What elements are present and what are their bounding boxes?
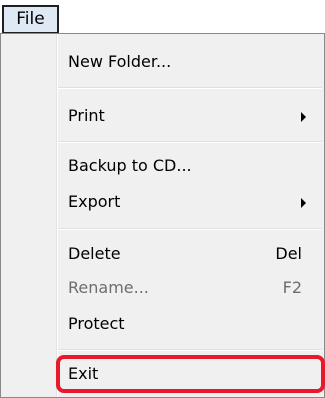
menu-item-label: Exit <box>68 364 99 383</box>
submenu-arrow-icon <box>301 198 306 208</box>
menu-item-shortcut: F2 <box>282 278 302 297</box>
menu-icon-gutter <box>1 34 56 397</box>
menu-item-print[interactable]: Print <box>58 98 322 134</box>
menu-item-export[interactable]: Export <box>58 184 322 220</box>
menu-item-label: Export <box>68 192 121 211</box>
menu-item-backup-to-cd[interactable]: Backup to CD... <box>58 148 322 184</box>
menu-item-new-folder[interactable]: New Folder... <box>58 44 322 80</box>
menu-item-label: Delete <box>68 244 121 263</box>
menu-item-delete[interactable]: Delete Del <box>58 236 322 272</box>
menu-separator <box>58 228 322 230</box>
menu-separator <box>58 349 322 351</box>
menu-item-label: Print <box>68 106 105 125</box>
menu-bar: File <box>0 0 325 36</box>
menu-item-rename: Rename... F2 <box>58 270 322 306</box>
file-menu-button[interactable]: File <box>2 5 59 34</box>
menu-item-exit[interactable]: Exit <box>58 356 322 392</box>
file-menu-label: File <box>16 9 45 29</box>
submenu-arrow-icon <box>301 112 306 122</box>
menu-separator <box>58 141 322 143</box>
menu-item-protect[interactable]: Protect <box>58 306 322 342</box>
menu-item-label: Protect <box>68 314 125 333</box>
menu-item-label: Rename... <box>68 278 149 297</box>
menu-item-label: Backup to CD... <box>68 156 192 175</box>
menu-item-label: New Folder... <box>68 52 172 71</box>
menu-item-shortcut: Del <box>275 244 302 263</box>
menu-separator <box>58 87 322 89</box>
